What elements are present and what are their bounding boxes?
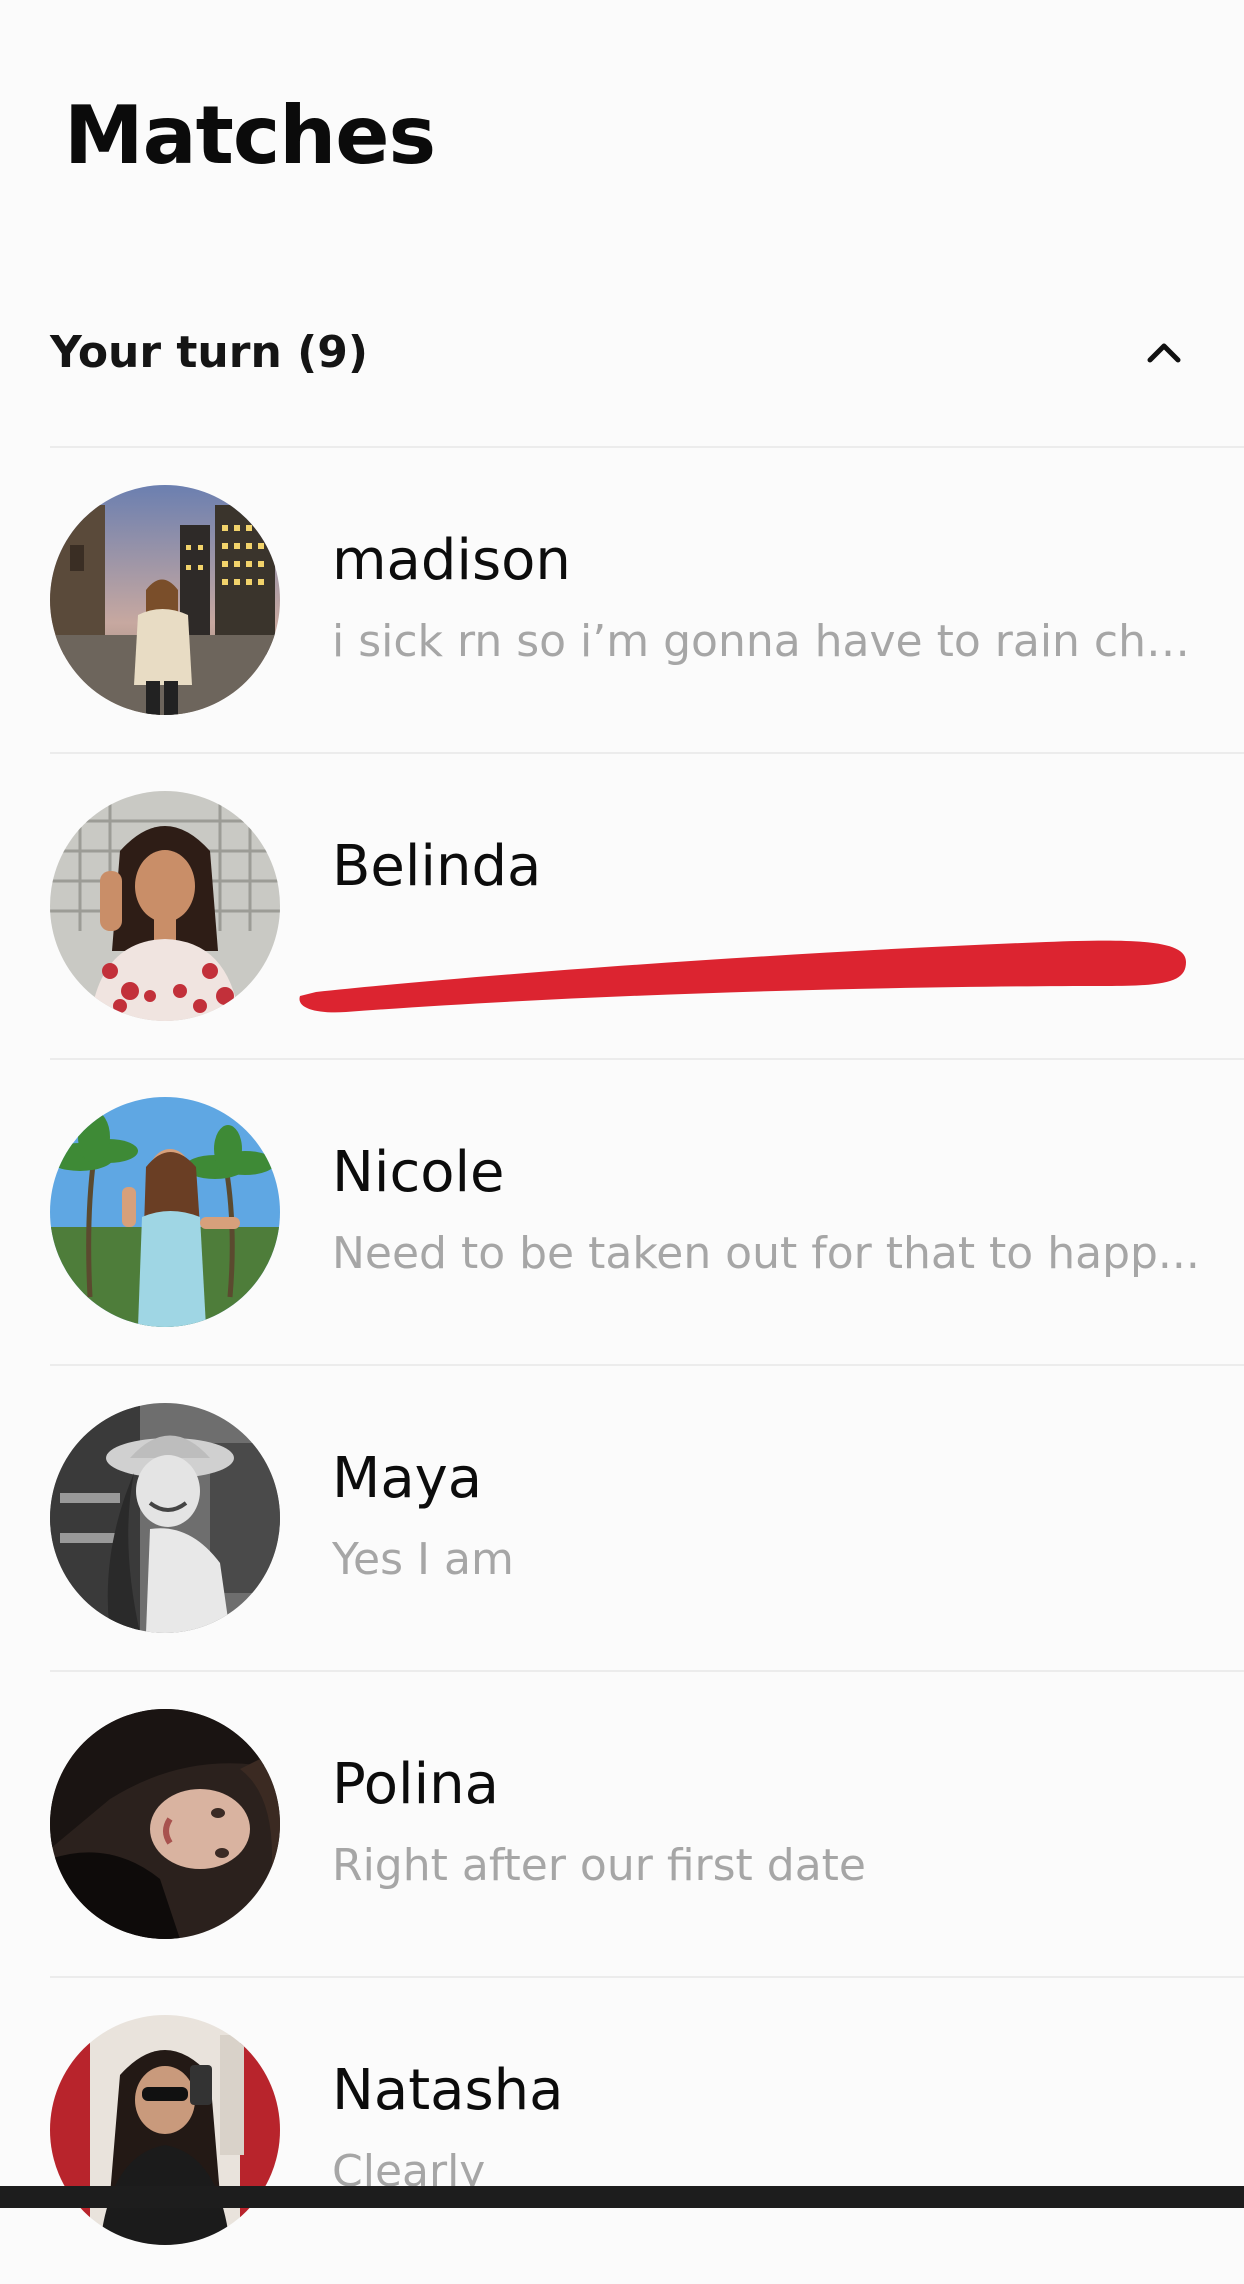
match-preview: Yes I am — [332, 1534, 514, 1585]
avatar-polina[interactable] — [50, 1709, 280, 1939]
avatar-madison[interactable] — [50, 485, 280, 715]
match-preview: i sick rn so i’m gonna have to rain chec… — [332, 616, 1202, 667]
your-turn-section-header[interactable]: Your turn (9) — [50, 300, 1194, 404]
match-list: madison i sick rn so i’m gonna have to r… — [0, 448, 1244, 2284]
match-row-natasha[interactable]: Natasha Clearly — [0, 1978, 1244, 2284]
match-name: Belinda — [332, 834, 542, 899]
match-preview: Need to be taken out for that to happ... — [332, 1228, 1200, 1279]
match-name: Polina — [332, 1752, 499, 1817]
match-name: Maya — [332, 1446, 483, 1511]
match-row-maya[interactable]: Maya Yes I am — [0, 1366, 1244, 1672]
bottom-navigation-bar — [0, 2186, 1244, 2208]
match-preview: Right after our first date — [332, 1840, 866, 1891]
section-title: Your turn (9) — [50, 326, 368, 378]
redaction-scribble — [299, 940, 1186, 1013]
avatar-belinda[interactable] — [50, 791, 280, 1021]
match-name: Nicole — [332, 1140, 505, 1205]
match-row-nicole[interactable]: Nicole Need to be taken out for that to … — [0, 1060, 1244, 1366]
match-name: madison — [332, 528, 571, 593]
match-name: Natasha — [332, 2058, 564, 2123]
page-title: Matches — [64, 89, 436, 182]
match-row-madison[interactable]: madison i sick rn so i’m gonna have to r… — [0, 448, 1244, 754]
avatar-natasha[interactable] — [50, 2015, 280, 2245]
avatar-nicole[interactable] — [50, 1097, 280, 1327]
match-row-polina[interactable]: Polina Right after our first date — [0, 1672, 1244, 1978]
avatar-maya[interactable] — [50, 1403, 280, 1633]
chevron-up-icon[interactable] — [1134, 322, 1194, 382]
match-row-belinda[interactable]: Belinda — [0, 754, 1244, 1060]
